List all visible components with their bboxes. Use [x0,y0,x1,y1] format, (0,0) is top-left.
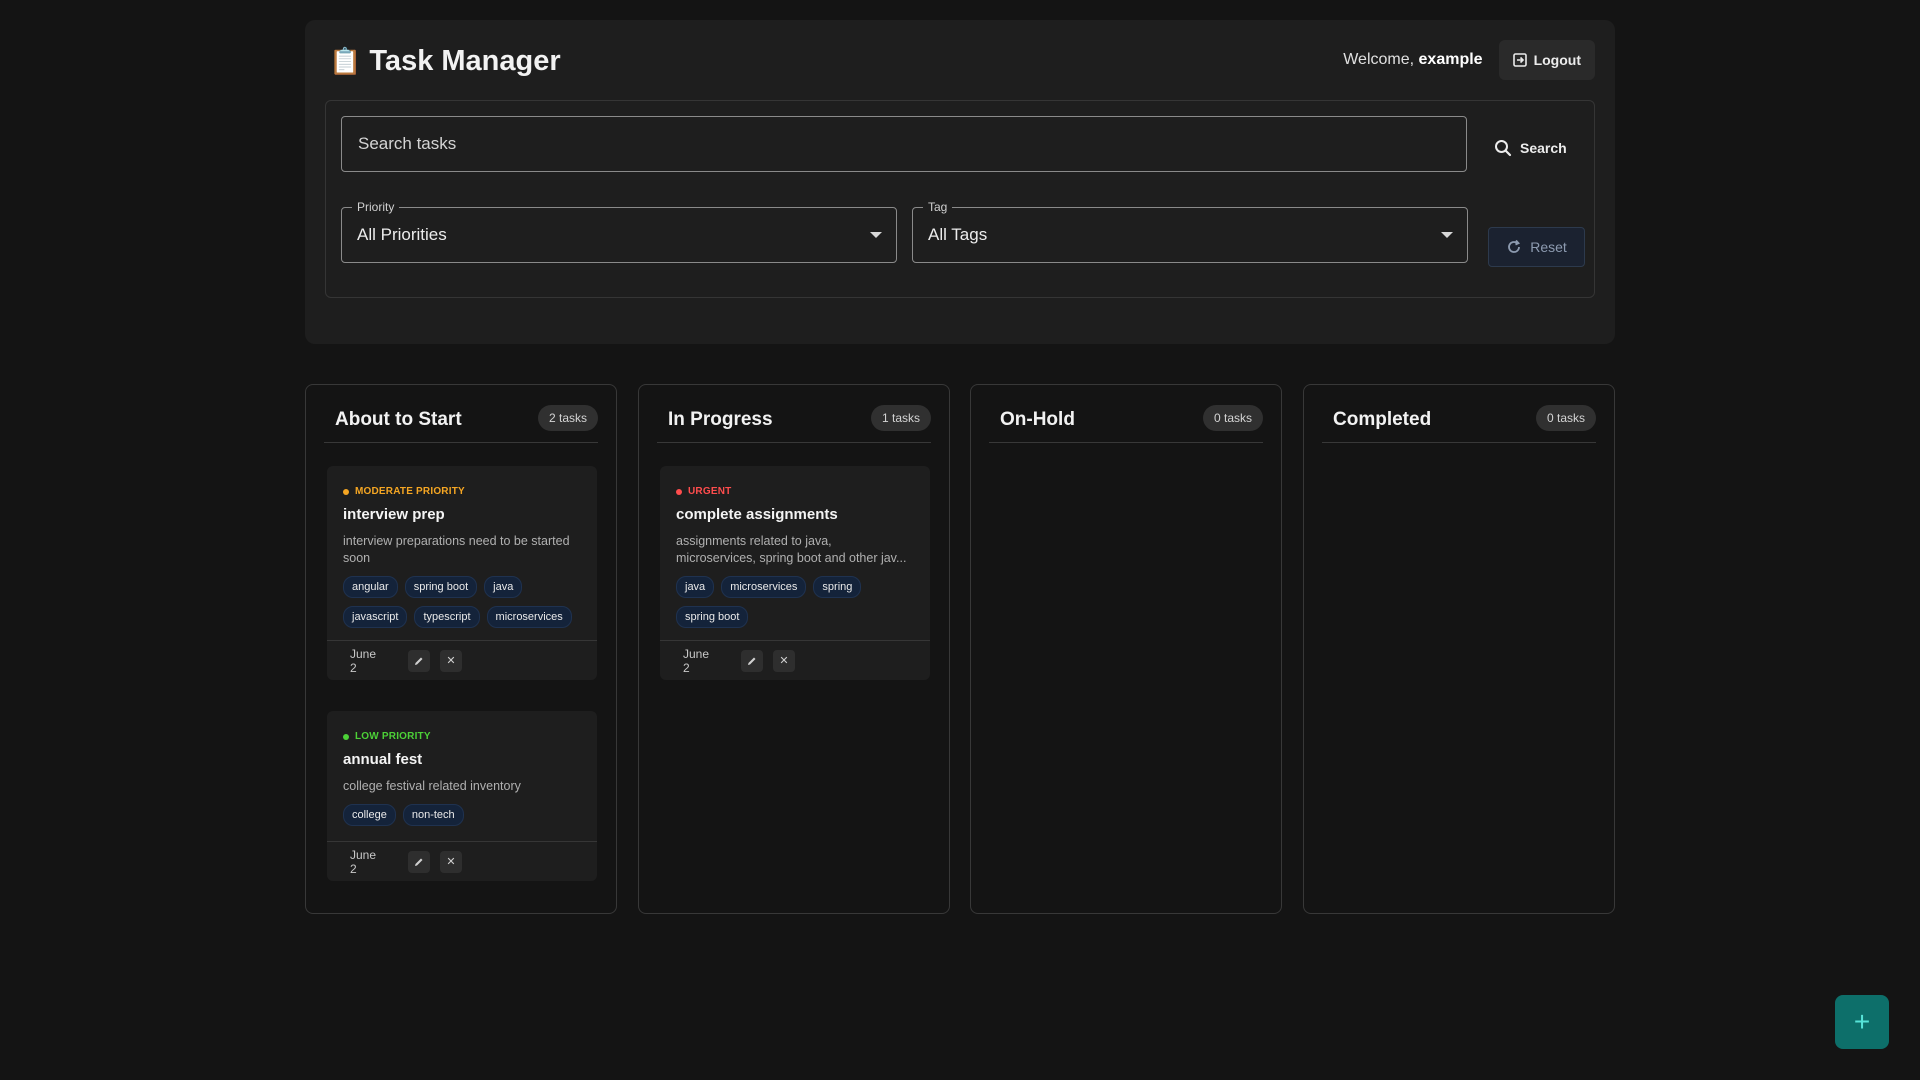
column-header: On-Hold 0 tasks [989,403,1263,443]
priority-dot-icon [343,733,349,740]
card-footer: June 2 ✕ [660,640,930,680]
priority-badge: MODERATE PRIORITY [343,486,581,497]
clipboard-icon: 📋 [329,46,362,76]
column-title: About to Start [335,409,462,430]
tag-value: All Tags [928,225,988,244]
priority-badge: URGENT [676,486,914,497]
task-description: interview preparations need to be starte… [343,534,570,565]
edit-button[interactable] [408,850,430,873]
username: example [1418,51,1483,68]
edit-button[interactable] [408,649,430,672]
tag-chip[interactable]: typescript [414,606,480,628]
page-title: Task Manager [369,45,561,77]
tag-chip[interactable]: spring boot [404,576,478,598]
add-task-button[interactable]: + [1835,995,1889,1049]
column-title: On-Hold [1000,409,1075,430]
chevron-down-icon [1441,232,1453,238]
close-icon: ✕ [446,655,456,667]
task-card[interactable]: LOW PRIORITY annual fest college festiva… [327,711,597,881]
tag-chip[interactable]: microservices [486,606,572,628]
tag-chip[interactable]: java [484,576,523,598]
tag-label: Tag [923,200,953,214]
tag-chip[interactable]: java [676,576,715,598]
delete-button[interactable]: ✕ [440,850,462,873]
tag-list: angular spring boot java javascript type… [343,576,581,628]
column-header: Completed 0 tasks [1322,403,1596,443]
column-about-to-start: About to Start 2 tasks MODERATE PRIORITY… [305,384,617,914]
delete-button[interactable]: ✕ [773,649,795,672]
task-count-badge: 0 tasks [1202,405,1263,431]
task-count-badge: 1 tasks [870,405,931,431]
column-completed: Completed 0 tasks [1303,384,1615,914]
welcome-prefix: Welcome, [1343,51,1415,68]
logout-button[interactable]: Logout [1498,40,1595,80]
tag-chip[interactable]: angular [343,576,398,598]
task-count-badge: 0 tasks [1535,405,1596,431]
close-icon: ✕ [446,856,456,868]
task-description: assignments related to java, microservic… [676,534,907,565]
logout-icon [1512,53,1527,67]
app-title: 📋 Task Manager [329,45,561,78]
priority-dot-icon [676,488,682,495]
priority-badge: LOW PRIORITY [343,731,581,742]
card-footer: June 2 ✕ [327,640,597,680]
column-header: In Progress 1 tasks [657,403,931,443]
close-icon: ✕ [779,655,789,667]
column-title: Completed [1333,409,1432,430]
task-card[interactable]: MODERATE PRIORITY interview prep intervi… [327,466,597,680]
tag-chip[interactable]: college [343,804,396,826]
filter-box: Search Priority All Priorities Tag All T… [325,100,1595,298]
priority-value: All Priorities [357,225,447,244]
column-in-progress: In Progress 1 tasks URGENT complete assi… [638,384,950,914]
plus-icon: + [1853,1006,1871,1037]
reset-button[interactable]: Reset [1488,227,1585,267]
pencil-icon [748,657,756,665]
chevron-down-icon [870,232,882,238]
priority-text: URGENT [688,486,732,497]
delete-button[interactable]: ✕ [440,649,462,672]
pencil-icon [415,858,423,866]
tag-list: java microservices spring spring boot [676,576,914,628]
task-date: June 2 [683,646,710,675]
logout-label: Logout [1533,52,1581,68]
task-date: June 2 [350,847,377,876]
priority-dot-icon [343,488,349,495]
task-card[interactable]: URGENT complete assignments assignments … [660,466,930,680]
header-panel: 📋 Task Manager Welcome, example Logout S… [305,20,1615,344]
column-header: About to Start 2 tasks [324,403,598,443]
column-on-hold: On-Hold 0 tasks [970,384,1282,914]
tag-list: college non-tech [343,804,581,826]
welcome-text: Welcome, example [1343,51,1482,69]
tag-chip[interactable]: javascript [343,606,408,628]
search-button[interactable]: Search [1494,139,1567,157]
search-icon [1495,140,1512,157]
task-title: complete assignments [676,506,838,523]
priority-text: MODERATE PRIORITY [355,486,465,497]
pencil-icon [415,657,423,665]
refresh-icon [1508,239,1521,253]
task-title: annual fest [343,751,423,768]
task-date: June 2 [350,646,377,675]
task-title: interview prep [343,506,445,523]
tag-chip[interactable]: spring boot [676,606,749,628]
task-count-badge: 2 tasks [537,405,598,431]
edit-button[interactable] [741,649,763,672]
reset-label: Reset [1530,239,1567,255]
search-label: Search [1520,140,1567,156]
tag-select[interactable]: Tag All Tags [912,200,1468,263]
card-footer: June 2 ✕ [327,841,597,881]
priority-select[interactable]: Priority All Priorities [341,200,897,263]
tag-chip[interactable]: microservices [721,576,807,598]
tag-chip[interactable]: non-tech [402,804,464,826]
priority-label: Priority [352,200,400,214]
user-area: Welcome, example Logout [1343,40,1595,80]
task-description: college festival related inventory [343,779,521,793]
search-input[interactable] [341,116,1467,172]
column-title: In Progress [668,409,773,430]
priority-text: LOW PRIORITY [355,731,431,742]
tag-chip[interactable]: spring [813,576,862,598]
